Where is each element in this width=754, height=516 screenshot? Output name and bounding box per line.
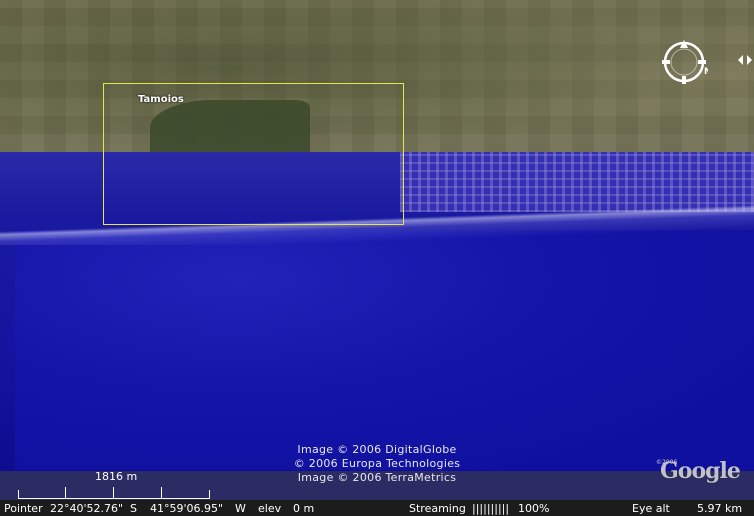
map-viewport[interactable]: Tamoios Image © 2006 DigitalGlobe © 2006… <box>0 0 754 500</box>
scale-ruler <box>18 490 210 499</box>
longitude-direction: W <box>235 502 246 515</box>
pointer-latitude: 22°40'52.76" <box>50 502 124 515</box>
eye-alt-label: Eye alt <box>632 502 670 515</box>
latitude-direction: S <box>130 502 137 515</box>
streaming-percent: 100% <box>518 502 550 515</box>
compass-letter: N <box>704 67 708 77</box>
scale-label: 1816 m <box>95 470 138 483</box>
pointer-longitude: 41°59'06.95" <box>150 502 224 515</box>
scale-tick <box>65 487 66 498</box>
credit-digitalglobe: Image © 2006 DigitalGlobe <box>297 443 457 456</box>
pointer-label: Pointer <box>4 502 43 515</box>
streaming-label: Streaming <box>409 502 466 515</box>
ocean-area <box>15 230 754 470</box>
credit-europa: © 2006 Europa Technologies <box>293 457 461 470</box>
status-bar: Pointer 22°40'52.76" S 41°59'06.95" W el… <box>0 500 754 516</box>
place-label-tamoios[interactable]: Tamoios <box>138 94 184 105</box>
elevation-value: 0 m <box>293 502 315 515</box>
google-logo: Google <box>660 458 741 484</box>
urban-area <box>400 152 754 212</box>
navigation-icon[interactable] <box>738 55 752 65</box>
scale-tick <box>113 487 114 498</box>
scale-tick <box>161 487 162 498</box>
eye-alt-value: 5.97 km <box>697 502 743 515</box>
compass-icon[interactable]: N <box>660 38 708 86</box>
streaming-progress-bars: |||||||||| <box>472 502 510 515</box>
elevation-label: elev <box>258 502 282 515</box>
